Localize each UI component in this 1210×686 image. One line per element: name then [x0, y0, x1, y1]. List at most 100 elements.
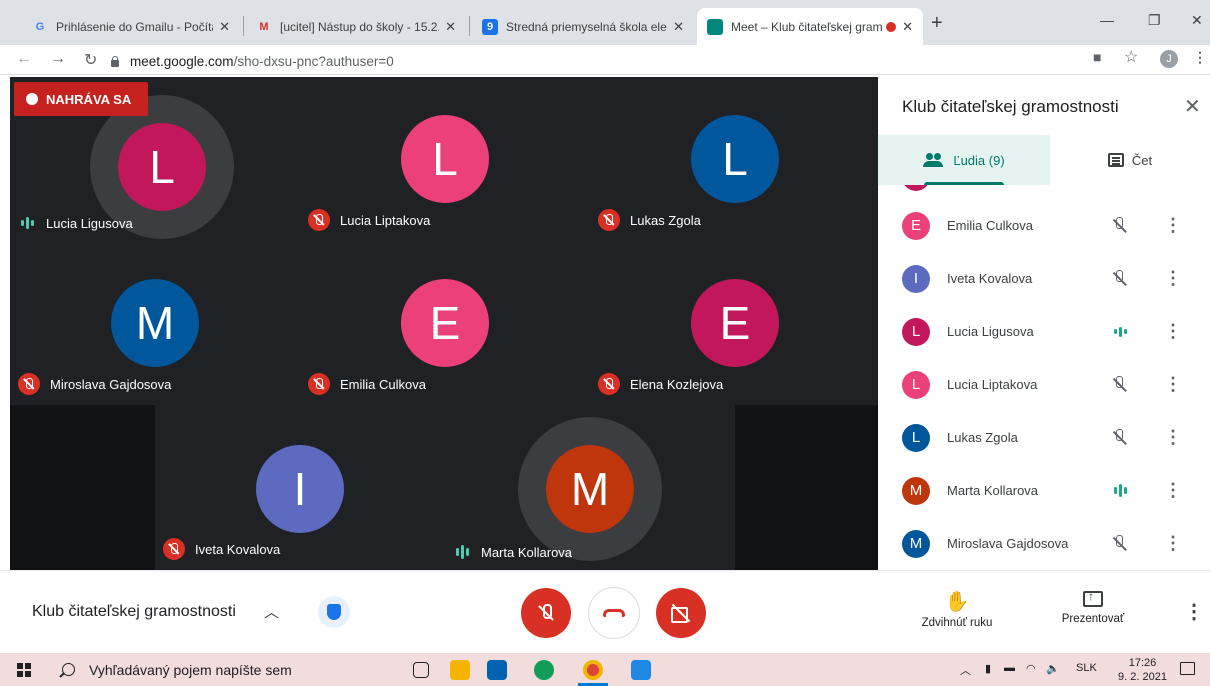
list-item[interactable]: L Lucia Ligusova ⋮ [878, 305, 1210, 358]
notification-icon[interactable] [1180, 662, 1195, 675]
participant-tile[interactable]: I Iveta Kovalova [155, 405, 445, 570]
participant-tile[interactable]: L Lukas Zgola [590, 77, 878, 241]
participant-list[interactable]: E Emilia Culkova ⋮ I Iveta Kovalova ⋮ L … [878, 185, 1210, 570]
mic-off-icon [1110, 269, 1130, 289]
windows-taskbar: Vyhľadávaný pojem napíšte sem ︿ ▮ ▬ ◠ 🔈 … [0, 653, 1210, 686]
back-arrow-icon[interactable]: ← [16, 50, 32, 68]
close-icon[interactable]: ✕ [445, 19, 456, 35]
more-options-icon[interactable]: ⋮ [1164, 427, 1182, 448]
menu-dots-icon[interactable]: ⋮ [1193, 49, 1207, 66]
tab-people[interactable]: Ľudia (9) [878, 135, 1050, 185]
chrome-icon[interactable] [583, 660, 603, 680]
list-item[interactable]: L Lukas Zgola ⋮ [878, 411, 1210, 464]
more-options-icon[interactable]: ⋮ [1164, 215, 1182, 236]
list-item[interactable]: M Marta Kollarova ⋮ [878, 464, 1210, 517]
leave-call-button[interactable] [588, 587, 640, 639]
close-icon[interactable]: ✕ [219, 19, 230, 35]
participant-name: Elena Kozlejova [630, 376, 724, 392]
mic-off-icon [163, 538, 185, 560]
photos-icon[interactable] [631, 660, 651, 680]
participant-tile[interactable]: M Miroslava Gajdosova [10, 241, 300, 405]
tab-people-label: Ľudia (9) [953, 152, 1005, 168]
lock-icon [110, 55, 120, 67]
avatar: I [256, 445, 344, 533]
participant-name-tag: Emilia Culkova [308, 373, 426, 395]
recording-label: NAHRÁVA SA [46, 91, 132, 107]
participant-tile[interactable]: M Marta Kollarova [445, 405, 735, 570]
wifi-icon[interactable]: ◠ [1026, 662, 1036, 675]
avatar: M [546, 445, 634, 533]
edge-icon[interactable] [534, 660, 554, 680]
url-field[interactable]: meet.google.com/sho-dxsu-pnc?authuser=0 [110, 51, 1100, 71]
mic-toggle-button[interactable] [521, 588, 571, 638]
browser-tab-gmail-login[interactable]: G Prihlásenie do Gmailu - Počítač - ✕ [22, 8, 240, 45]
battery-icon[interactable]: ▬ [1004, 662, 1015, 674]
browser-tab-gmail-ucitel[interactable]: M [ucitel] Nástup do školy - 15.2.20 ✕ [246, 8, 466, 45]
taskbar-search[interactable]: Vyhľadávaný pojem napíšte sem [48, 653, 378, 686]
usb-icon[interactable]: ▮ [985, 662, 991, 675]
chevron-up-icon[interactable]: ︿ [264, 601, 279, 622]
audio-level-icon [18, 215, 36, 231]
list-item[interactable]: I Iveta Kovalova ⋮ [878, 252, 1210, 305]
participant-name: Miroslava Gajdosova [50, 376, 172, 392]
avatar: I [902, 264, 930, 293]
tab-chat[interactable]: Čet [1050, 135, 1210, 185]
more-options-icon[interactable]: ⋮ [1164, 533, 1182, 554]
task-view-icon[interactable] [413, 662, 429, 678]
recording-badge[interactable]: NAHRÁVA SA [14, 82, 148, 116]
more-options-icon[interactable]: ⋮ [1184, 599, 1204, 624]
more-options-icon[interactable]: ⋮ [1164, 321, 1182, 342]
browser-tab-meet[interactable]: Meet – Klub čitateľskej gram ✕ [697, 8, 923, 45]
participant-name: Iveta Kovalova [947, 271, 1033, 286]
camera-toggle-button[interactable] [656, 588, 706, 638]
avatar: E [401, 279, 489, 367]
mail-icon[interactable] [487, 660, 507, 680]
mic-off-icon [1110, 216, 1130, 236]
browser-tab-school[interactable]: 9 Stredná priemyselná škola elektr ✕ [472, 8, 694, 45]
hand-icon: ✋ [944, 591, 970, 613]
star-icon[interactable]: ☆ [1124, 47, 1138, 67]
more-options-icon[interactable]: ⋮ [1164, 480, 1182, 501]
tab-chat-label: Čet [1131, 152, 1153, 168]
record-icon [26, 93, 38, 105]
restore-icon[interactable]: ❐ [1148, 12, 1161, 29]
file-explorer-icon[interactable] [450, 660, 470, 680]
participant-tile[interactable]: L Lucia Liptakova [300, 77, 590, 241]
meeting-stage: L Lucia Ligusova L Lucia Liptakova L Luk… [10, 77, 878, 570]
recording-dot-icon [886, 21, 897, 32]
forward-arrow-icon[interactable]: → [50, 50, 66, 68]
clock[interactable]: 17:26 9. 2. 2021 [1118, 656, 1167, 684]
language-indicator[interactable]: SLK [1076, 662, 1097, 674]
meeting-title[interactable]: Klub čitateľskej gramostnosti [32, 603, 236, 621]
close-icon[interactable]: ✕ [673, 19, 684, 35]
chevron-up-icon[interactable]: ︿ [960, 662, 971, 678]
participant-name-tag: Miroslava Gajdosova [18, 373, 171, 395]
minimize-icon[interactable]: — [1100, 12, 1114, 28]
mic-off-icon [536, 603, 556, 623]
clock-date: 9. 2. 2021 [1118, 671, 1167, 683]
close-icon[interactable]: ✕ [1184, 94, 1201, 119]
camera-off-icon [670, 605, 692, 623]
tab-label: Stredná priemyselná škola elektr [506, 19, 668, 34]
host-controls-button[interactable] [318, 596, 350, 628]
more-options-icon[interactable]: ⋮ [1164, 374, 1182, 395]
list-item[interactable]: E Emilia Culkova ⋮ [878, 199, 1210, 252]
avatar: M [902, 476, 930, 505]
reload-icon[interactable]: ↻ [84, 50, 97, 70]
list-item[interactable]: M Miroslava Gajdosova ⋮ [878, 517, 1210, 570]
volume-icon[interactable]: 🔈 [1046, 662, 1060, 675]
more-options-icon[interactable]: ⋮ [1164, 268, 1182, 289]
participant-tile[interactable]: E Elena Kozlejova [590, 241, 878, 405]
mic-off-icon [1110, 375, 1130, 395]
raise-hand-button[interactable]: ✋ Zdvihnúť ruku [912, 589, 1002, 629]
present-button[interactable]: Prezentovať [1050, 589, 1136, 625]
participant-tile[interactable]: E Emilia Culkova [300, 241, 590, 405]
windows-start-icon[interactable] [17, 663, 31, 677]
window-close-icon[interactable]: ✕ [1191, 12, 1203, 29]
profile-avatar[interactable]: J [1160, 50, 1178, 68]
camera-icon[interactable]: ■ [1093, 49, 1101, 65]
close-icon[interactable]: ✕ [902, 19, 913, 35]
participant-name-tag: Iveta Kovalova [163, 538, 280, 560]
list-item[interactable]: L Lucia Liptakova ⋮ [878, 358, 1210, 411]
new-tab-button[interactable]: + [931, 12, 943, 35]
